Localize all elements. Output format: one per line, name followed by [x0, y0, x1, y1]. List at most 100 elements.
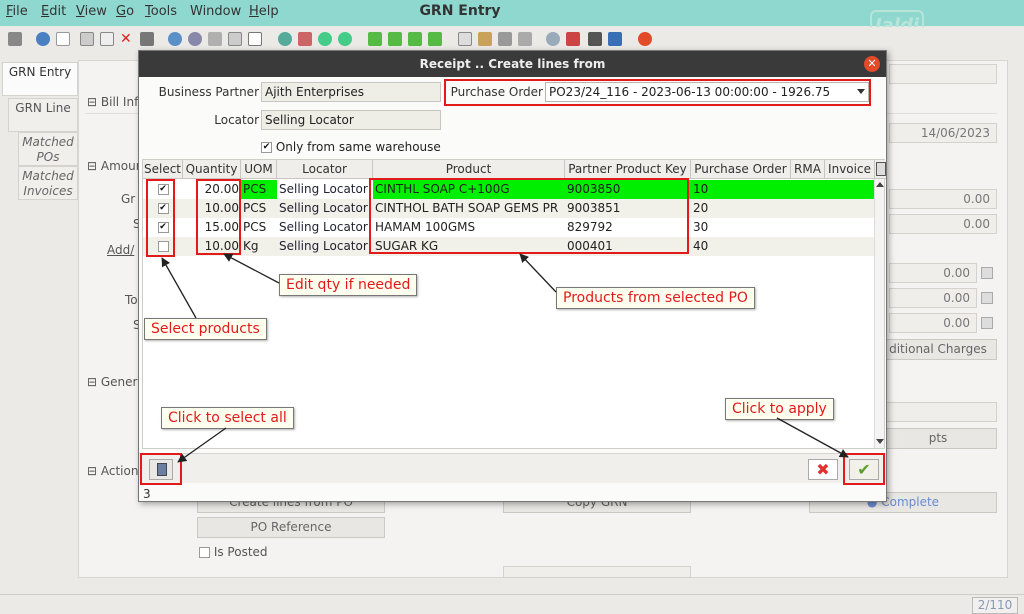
locator-label: Locator [214, 113, 259, 127]
cell-rma[interactable] [791, 180, 825, 199]
amount-field-2[interactable]: 0.00 [889, 214, 997, 234]
additional-charges-button[interactable]: ditional Charges [879, 339, 997, 360]
home-icon[interactable] [298, 32, 312, 46]
print-icon[interactable] [498, 32, 512, 46]
previous-record-icon[interactable] [388, 32, 402, 46]
report-icon[interactable] [458, 32, 472, 46]
delete-icon[interactable]: ✕ [120, 32, 134, 46]
only-same-warehouse-checkbox[interactable]: ✔ Only from same warehouse [261, 140, 441, 154]
tab-grn-entry[interactable]: GRN Entry [2, 62, 78, 96]
tab-matched-pos[interactable]: Matched POs [18, 132, 78, 166]
amount-field-4[interactable]: 0.00 [889, 288, 977, 308]
col-uom[interactable]: UOM [241, 160, 277, 179]
amount-4-button[interactable] [981, 292, 993, 304]
history-icon[interactable] [278, 32, 292, 46]
cell-locator[interactable]: Selling Locator [277, 218, 373, 237]
product-info-icon[interactable] [608, 32, 622, 46]
scroll-up-icon[interactable] [876, 182, 884, 187]
col-select[interactable]: Select [143, 160, 183, 179]
highlight-select-all [140, 453, 182, 485]
chat-icon[interactable] [228, 32, 242, 46]
cell-purchase-order[interactable]: 10 [691, 180, 791, 199]
section-action[interactable]: ⊟ Action [87, 464, 138, 478]
cell-purchase-order[interactable]: 40 [691, 237, 791, 256]
col-purchase-order[interactable]: Purchase Order [691, 160, 791, 179]
section-general[interactable]: ⊟ Genera [87, 375, 145, 389]
scroll-down-icon[interactable] [876, 439, 884, 444]
label-to: To [125, 293, 138, 307]
checkbox-icon[interactable]: ✔ [261, 142, 272, 153]
record-pager: 2/110 [972, 597, 1018, 614]
col-locator[interactable]: Locator [277, 160, 373, 179]
cell-invoice[interactable] [825, 237, 875, 256]
section-bill-info[interactable]: ⊟ Bill Info [87, 95, 146, 109]
column-chooser-icon[interactable] [876, 162, 886, 176]
find-icon[interactable] [188, 32, 202, 46]
dialog-close-icon[interactable]: ✕ [864, 56, 880, 72]
tab-grn-line[interactable]: GRN Line [8, 98, 78, 132]
vertical-scrollbar[interactable] [874, 179, 884, 448]
callout-products-from-po: Products from selected PO [556, 287, 755, 309]
help-icon[interactable] [36, 32, 50, 46]
save-icon[interactable] [140, 32, 154, 46]
refresh-icon[interactable] [168, 32, 182, 46]
next-icon[interactable] [338, 32, 352, 46]
amount-field-5[interactable]: 0.00 [889, 313, 977, 333]
workflow-icon[interactable] [566, 32, 580, 46]
dialog-footer: ✖ ✔ [139, 453, 886, 483]
col-invoice[interactable]: Invoice [825, 160, 875, 179]
copy-details-icon[interactable] [100, 32, 114, 46]
print-preview-icon[interactable] [518, 32, 532, 46]
business-partner-field[interactable]: Ajith Enterprises [261, 82, 441, 102]
next-record-icon[interactable] [408, 32, 422, 46]
cell-uom[interactable]: Kg [241, 237, 277, 256]
cell-uom[interactable]: PCS [241, 199, 277, 218]
highlight-product-columns [369, 178, 689, 254]
cell-locator[interactable]: Selling Locator [277, 199, 373, 218]
receipts-button[interactable]: pts [879, 428, 997, 449]
amount-field-3[interactable]: 0.00 [889, 263, 977, 283]
request-icon[interactable] [588, 32, 602, 46]
cell-rma[interactable] [791, 218, 825, 237]
undo-icon[interactable] [8, 32, 22, 46]
cell-purchase-order[interactable]: 20 [691, 199, 791, 218]
bottom-field[interactable] [503, 566, 691, 578]
amount-field-1[interactable]: 0.00 [889, 189, 997, 209]
new-icon[interactable] [56, 32, 70, 46]
section-amount[interactable]: ⊟ Amour [87, 159, 141, 173]
general-select[interactable] [879, 402, 997, 422]
is-posted-checkbox[interactable]: Is Posted [199, 545, 268, 559]
date-field[interactable]: 14/06/2023 [889, 123, 997, 143]
grid-toggle-icon[interactable] [248, 32, 262, 46]
locator-field[interactable]: Selling Locator [261, 110, 441, 130]
cell-locator[interactable]: Selling Locator [277, 237, 373, 256]
amount-3-button[interactable] [981, 267, 993, 279]
exit-icon[interactable] [638, 32, 652, 46]
cell-locator[interactable]: Selling Locator [277, 180, 373, 199]
cell-uom[interactable]: PCS [241, 180, 277, 199]
cancel-button[interactable]: ✖ [808, 459, 838, 480]
cell-invoice[interactable] [825, 218, 875, 237]
top-field[interactable] [889, 64, 997, 84]
copy-icon[interactable] [80, 32, 94, 46]
col-product[interactable]: Product [373, 160, 565, 179]
last-record-icon[interactable] [428, 32, 442, 46]
col-quantity[interactable]: Quantity [183, 160, 241, 179]
col-partner-product-key[interactable]: Partner Product Key [565, 160, 691, 179]
cell-invoice[interactable] [825, 180, 875, 199]
po-reference-button[interactable]: PO Reference [197, 517, 385, 538]
attachment-icon[interactable] [208, 32, 222, 46]
previous-icon[interactable] [318, 32, 332, 46]
cell-invoice[interactable] [825, 199, 875, 218]
cell-purchase-order[interactable]: 30 [691, 218, 791, 237]
amount-5-button[interactable] [981, 317, 993, 329]
cell-rma[interactable] [791, 199, 825, 218]
col-rma[interactable]: RMA [791, 160, 825, 179]
archive-icon[interactable] [478, 32, 492, 46]
cell-rma[interactable] [791, 237, 825, 256]
cell-uom[interactable]: PCS [241, 218, 277, 237]
zoom-across-icon[interactable] [546, 32, 560, 46]
side-tabs: GRN Entry GRN Line Matched POs Matched I… [0, 60, 78, 580]
tab-matched-invoices[interactable]: Matched Invoices [18, 166, 78, 200]
first-record-icon[interactable] [368, 32, 382, 46]
